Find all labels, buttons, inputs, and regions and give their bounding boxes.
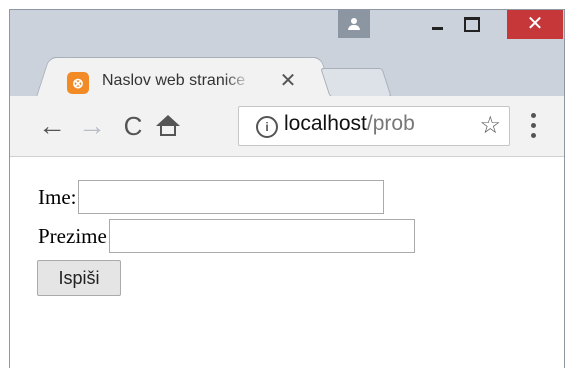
back-arrow-icon[interactable]: ←: [36, 110, 68, 142]
url-path: /prob: [366, 112, 415, 135]
last-name-input[interactable]: [108, 219, 415, 253]
address-bar[interactable]: i localhost/prob ☆: [238, 106, 510, 146]
xampp-favicon-icon: ⊗: [67, 72, 89, 94]
bookmark-star-icon[interactable]: ☆: [479, 111, 501, 140]
minimize-button[interactable]: [422, 10, 452, 38]
tab-title: Naslov web stranice: [102, 72, 252, 96]
last-name-label: Prezime: [38, 223, 107, 248]
menu-icon[interactable]: [523, 110, 543, 142]
url-text[interactable]: localhost/prob: [284, 112, 415, 136]
profile-button[interactable]: [338, 10, 370, 38]
browser-window: ✕ ⊗ Naslov web stranice ✕ ← → C i localh…: [9, 9, 565, 368]
window-close-button[interactable]: ✕: [507, 10, 563, 39]
title-bar: ✕: [10, 10, 564, 52]
home-icon[interactable]: [152, 110, 184, 142]
first-name-row: Ime:: [38, 180, 385, 214]
new-tab-button[interactable]: [320, 68, 392, 97]
browser-toolbar: ← → C i localhost/prob ☆: [10, 96, 564, 157]
first-name-input[interactable]: [78, 180, 385, 214]
maximize-button[interactable]: [456, 10, 486, 38]
reload-icon[interactable]: C: [117, 110, 149, 142]
page-content: Ime: Prezime Ispiši: [10, 157, 564, 368]
forward-arrow-icon[interactable]: →: [76, 110, 108, 142]
info-icon[interactable]: i: [256, 116, 278, 138]
submit-button[interactable]: Ispiši: [37, 260, 121, 296]
tab-close-icon[interactable]: ✕: [277, 68, 299, 92]
first-name-label: Ime:: [38, 184, 77, 209]
user-icon: [348, 18, 360, 30]
last-name-row: Prezime: [38, 219, 415, 253]
url-host: localhost: [284, 112, 367, 135]
